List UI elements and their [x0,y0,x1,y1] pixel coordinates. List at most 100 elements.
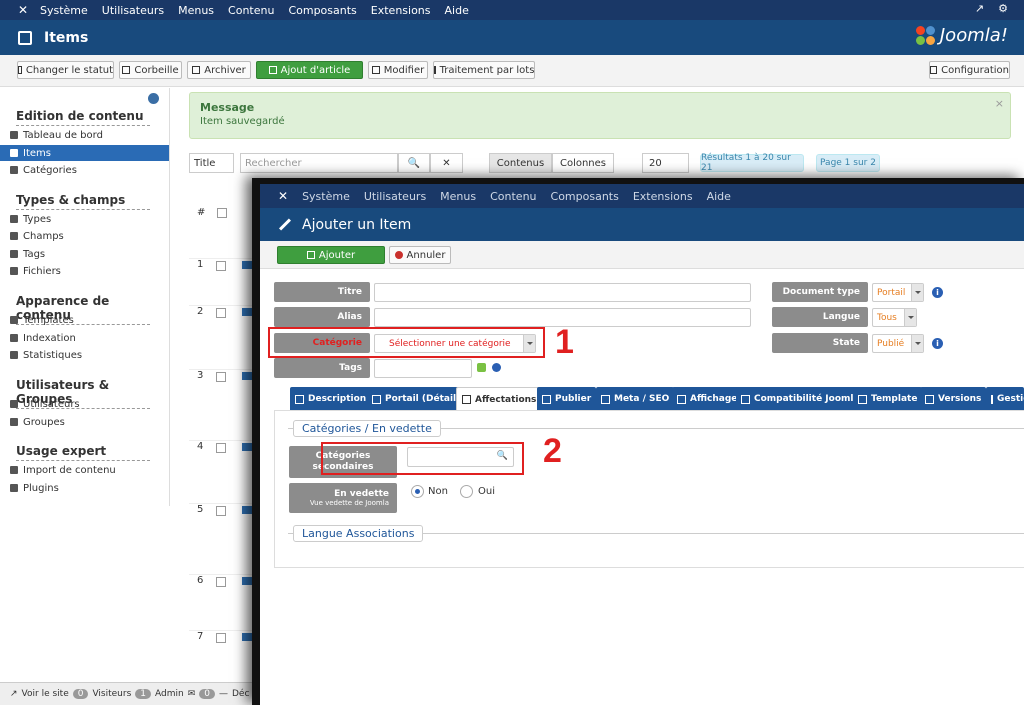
sidebar-item-files[interactable]: Fichiers [10,263,170,279]
menu-aide[interactable]: Aide [445,4,469,17]
menu-composants[interactable]: Composants [288,4,356,17]
menu-utilisateurs[interactable]: Utilisateurs [364,190,426,203]
add-tag-icon[interactable] [477,363,486,372]
menu-utilisateurs[interactable]: Utilisateurs [102,4,164,17]
table-row[interactable]: 5 [189,503,259,543]
title-select[interactable]: Title [189,153,234,173]
tab-contents[interactable]: Contenus [489,153,552,173]
logout-link[interactable]: Déc [232,689,249,699]
sidebar-item-fields[interactable]: Champs [10,228,170,244]
tab-management[interactable]: Gestion [986,387,1024,411]
tab-affectations[interactable]: Affectations [456,387,543,411]
sidebar-item-types[interactable]: Types [10,211,170,227]
info-icon[interactable]: i [932,287,943,298]
section-title: Langue Associations [302,527,415,540]
limit-select[interactable]: 20 [642,153,689,173]
list-icon [10,215,18,223]
tab-publish[interactable]: Publier [537,387,597,411]
tab-versions[interactable]: Versions [920,387,987,411]
table-row[interactable]: 2 [189,305,259,345]
sidebar-item-items[interactable]: Items [0,145,169,161]
tab-meta-seo[interactable]: Meta / SEO [596,387,675,411]
add-article-button[interactable]: Ajout d'article [256,61,363,79]
row-checkbox[interactable] [216,308,226,318]
external-link-icon[interactable]: ↗ [975,2,984,15]
trash-label: Corbeille [134,64,179,76]
joomla-icon[interactable]: ✕ [16,3,30,17]
menu-contenu[interactable]: Contenu [228,4,274,17]
row-checkbox[interactable] [216,506,226,516]
search-input[interactable]: Rechercher [240,153,398,173]
view-site-link[interactable]: Voir le site [22,689,69,699]
sidebar-item-plugins[interactable]: Plugins [10,480,170,496]
sidebar-item-users[interactable]: Utilisateurs [10,396,170,412]
table-row[interactable]: 3 [189,369,259,409]
row-checkbox[interactable] [216,633,226,643]
sidebar-item-label: Tableau de bord [23,129,103,141]
gear-icon [930,66,938,74]
table-row[interactable]: 1 [189,258,259,298]
trash-button[interactable]: Corbeille [119,61,182,79]
close-icon[interactable]: × [995,97,1004,110]
gear-icon[interactable]: ⚙ [998,2,1008,15]
sidebar-item-templates[interactable]: Templates [10,312,170,328]
table-row[interactable]: 7 [189,630,259,670]
menu-menus[interactable]: Menus [178,4,214,17]
clear-button[interactable]: ✕ [430,153,463,173]
tab-description[interactable]: Description [290,387,372,411]
menu-contenu[interactable]: Contenu [490,190,536,203]
state-select[interactable]: Publié [872,334,924,353]
table-row[interactable]: 6 [189,574,259,614]
collapse-sidebar-icon[interactable] [148,93,159,104]
featured-yes-radio[interactable] [460,485,473,498]
sidebar-item-groups[interactable]: Groupes [10,414,170,430]
cancel-button[interactable]: Annuler [389,246,451,264]
doc-type-select[interactable]: Portail [872,283,924,302]
sidebar-item-stats[interactable]: Statistiques [10,347,170,363]
tab-template[interactable]: Template [853,387,923,411]
row-checkbox[interactable] [216,443,226,453]
tags-input[interactable] [374,359,472,378]
menu-extensions[interactable]: Extensions [371,4,431,17]
select-all-checkbox[interactable] [217,208,227,218]
search-button[interactable]: 🔍 [398,153,430,173]
tab-display[interactable]: Affichage [672,387,743,411]
add-button[interactable]: Ajouter [277,246,385,264]
joomla-icon[interactable]: ✕ [278,189,288,203]
results-badge: Résultats 1 à 20 sur 21 [700,153,804,173]
featured-no-radio[interactable] [411,485,424,498]
sidebar-item-tags[interactable]: Tags [10,246,170,262]
edit-button[interactable]: Modifier [368,61,428,79]
sidebar-item-categories[interactable]: Catégories [10,162,170,178]
archive-button[interactable]: Archiver [187,61,251,79]
menu-systeme[interactable]: Système [302,190,350,203]
tab-joomla-compat[interactable]: Compatibilité Joomla [736,387,865,411]
title-input[interactable] [374,283,751,302]
row-checkbox[interactable] [216,577,226,587]
sidebar-item-dashboard[interactable]: Tableau de bord [10,127,170,143]
tags-label-text: Tags [339,363,362,373]
tab-columns[interactable]: Colonnes [552,153,614,173]
system-message: Message Item sauvegardé × [189,92,1011,139]
menu-systeme[interactable]: Système [40,4,88,17]
change-status-button[interactable]: Changer le statut [17,61,114,79]
marker-2: 2 [543,432,562,470]
configuration-button[interactable]: Configuration [929,61,1010,79]
menu-aide[interactable]: Aide [707,190,731,203]
bookmark-icon [601,394,610,404]
title-label-text: Titre [337,287,362,297]
language-select[interactable]: Tous [872,308,917,327]
table-row[interactable]: 4 [189,440,259,480]
title-label: Titre [274,282,370,302]
sidebar-item-indexing[interactable]: Indexation [10,330,170,346]
tag-info-icon[interactable] [492,363,501,372]
batch-button[interactable]: Traitement par lots [433,61,535,79]
menu-menus[interactable]: Menus [440,190,476,203]
row-checkbox[interactable] [216,261,226,271]
menu-composants[interactable]: Composants [551,190,619,203]
sidebar-item-import[interactable]: Import de contenu [10,462,170,478]
plus-icon [268,66,277,74]
menu-extensions[interactable]: Extensions [633,190,693,203]
row-checkbox[interactable] [216,372,226,382]
info-icon[interactable]: i [932,338,943,349]
